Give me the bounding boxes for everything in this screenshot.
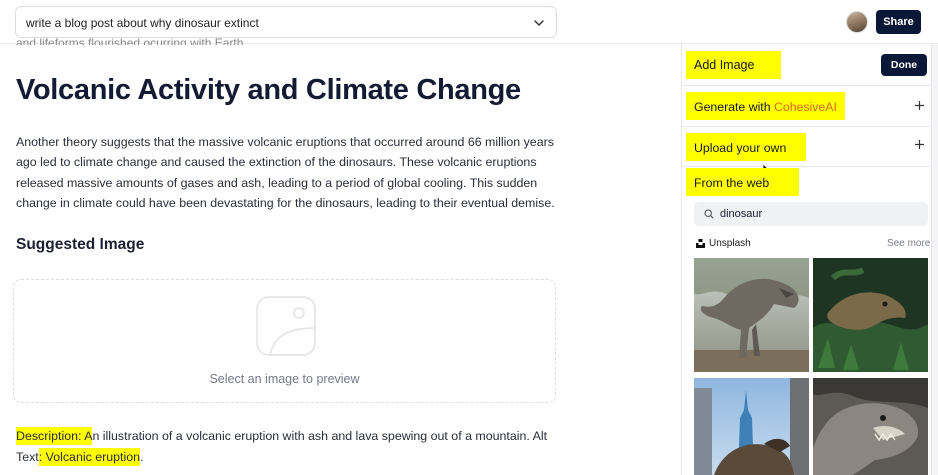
image-thumbnail[interactable]: [694, 378, 809, 475]
add-image-panel: Add Image Done Generate with CohesiveAI …: [681, 44, 933, 475]
description-label: Description: A: [16, 427, 93, 445]
dinosaur-photo: [813, 378, 928, 475]
suggested-image-heading: Suggested Image: [16, 236, 145, 253]
chevron-down-icon[interactable]: [532, 16, 546, 30]
done-button[interactable]: Done: [881, 54, 927, 76]
image-placeholder-icon: [256, 296, 316, 356]
from-web-label: From the web: [686, 168, 799, 196]
panel-scrollbar[interactable]: [932, 44, 938, 475]
upload-label: Upload your own: [686, 133, 806, 161]
section-heading[interactable]: Volcanic Activity and Climate Change: [16, 74, 521, 107]
plus-icon[interactable]: [914, 100, 925, 111]
upload-section[interactable]: Upload your own: [682, 127, 933, 167]
dinosaur-photo: [694, 258, 809, 372]
unsplash-icon: [696, 239, 705, 248]
plus-icon[interactable]: [914, 139, 925, 150]
share-button[interactable]: Share: [876, 10, 921, 34]
image-search-input[interactable]: [720, 206, 920, 222]
previous-paragraph-fragment: and lifeforms flourished ocurring with E…: [16, 37, 247, 45]
prompt-select[interactable]: write a blog post about why dinosaur ext…: [15, 6, 557, 38]
alt-period: .: [140, 450, 144, 464]
image-thumbnail[interactable]: [813, 378, 928, 475]
image-search-box[interactable]: [694, 202, 928, 226]
image-description[interactable]: Description: An illustration of a volcan…: [16, 426, 561, 468]
generate-label: Generate with CohesiveAI: [686, 92, 845, 120]
drop-zone-caption: Select an image to preview: [209, 372, 360, 386]
generate-section[interactable]: Generate with CohesiveAI: [682, 86, 933, 126]
panel-title: Add Image: [686, 51, 781, 79]
image-thumbnail[interactable]: [813, 258, 928, 372]
prompt-text: write a blog post about why dinosaur ext…: [26, 16, 259, 30]
image-thumbnail[interactable]: [694, 258, 809, 372]
dinosaur-photo: [813, 258, 928, 372]
avatar[interactable]: [846, 11, 868, 33]
search-icon: [704, 209, 714, 219]
alt-text: Volcanic eruption: [42, 448, 140, 466]
see-more-link[interactable]: See more: [887, 238, 930, 249]
section-paragraph[interactable]: Another theory suggests that the massive…: [16, 132, 556, 214]
divider: [682, 166, 933, 167]
unsplash-label: Unsplash: [709, 238, 751, 249]
image-drop-zone[interactable]: Select an image to preview: [13, 279, 556, 403]
dinosaur-photo: [694, 378, 809, 475]
